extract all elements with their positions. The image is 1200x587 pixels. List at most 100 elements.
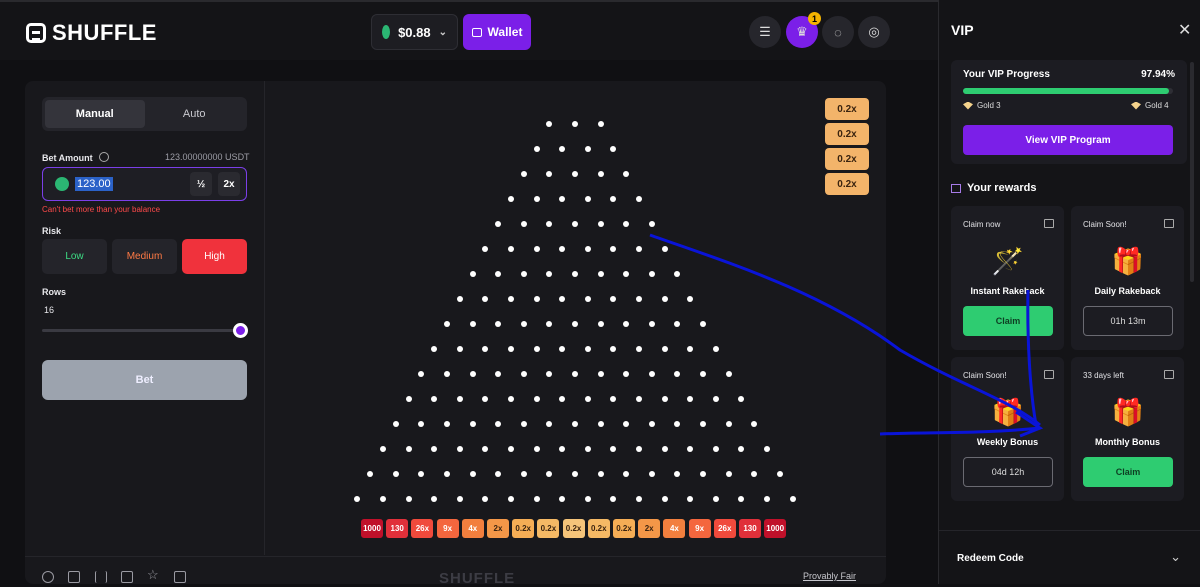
peg [597,221,604,227]
peg [584,246,591,252]
peg [533,446,540,452]
peg [597,421,604,427]
half-bet-button[interactable]: ½ [190,172,212,196]
peg [584,346,591,352]
peg [367,471,374,477]
risk-low-button[interactable]: Low [42,239,107,274]
multiplier-slot: 9x [688,519,711,538]
rows-slider[interactable] [42,329,238,332]
peg [648,371,655,377]
usdt-coin-icon [382,25,391,39]
profile-button[interactable]: ◎ [858,16,890,48]
peg [520,471,527,477]
reward-illustration-icon: 🪄 [991,245,1025,276]
reward-action-button[interactable]: Claim [963,306,1053,336]
peg [623,221,630,227]
sidebar-title: VIP [951,22,974,38]
peg [636,346,642,352]
risk-label: Risk [42,226,62,236]
peg [687,296,694,302]
logo[interactable]: SHUFFLE [26,20,157,46]
gift-icon [1044,370,1054,379]
peg [623,171,630,177]
close-icon[interactable]: ✕ [1178,20,1191,40]
peg [751,471,758,477]
peg [456,346,463,352]
peg [546,471,553,477]
peg [572,471,578,477]
peg [597,171,604,177]
peg [648,471,655,477]
peg [354,496,361,502]
tab-auto[interactable]: Auto [145,100,245,128]
reward-action-button[interactable]: 01h 13m [1083,306,1173,336]
peg [597,371,604,377]
multiplier-slot: 0.2x [562,519,585,538]
bet-button[interactable]: Bet [42,360,247,400]
stats-icon[interactable] [121,571,133,583]
rows-slider-thumb[interactable] [233,323,248,338]
reward-status: 33 days left [1083,371,1124,380]
peg [610,296,617,302]
reward-action-button[interactable]: 04d 12h [963,457,1053,487]
reward-name: Daily Rakeback [1094,286,1161,296]
bet-amount-input[interactable]: 123.00 ½ 2x [42,167,247,201]
peg [508,396,514,402]
view-vip-program-button[interactable]: View VIP Program [963,125,1173,155]
peg [546,171,553,177]
scrollbar[interactable] [1190,62,1194,282]
available-balance: 123.00000000 USDT [165,152,250,162]
peg [508,246,514,252]
peg [482,446,489,452]
multiplier-slot: 1000 [361,519,383,538]
peg [572,271,578,277]
tab-manual[interactable]: Manual [45,100,145,128]
balance-selector[interactable]: $0.88 ⌄ [371,14,458,50]
peg [712,446,719,452]
peg [559,396,566,402]
double-bet-button[interactable]: 2x [218,172,240,196]
provably-fair-link[interactable]: Provably Fair [803,571,856,581]
current-tier-label: Gold 3 [977,101,1001,110]
chat-button[interactable]: ◌ [822,16,854,48]
redeem-code-section[interactable]: Redeem Code ⌄ [939,530,1200,584]
peg [533,246,540,252]
peg [584,496,591,502]
gift-icon [1044,219,1054,228]
reward-card: Claim now 🪄 Instant Rakeback Claim [951,206,1064,350]
peg [661,496,668,502]
peg [456,496,463,502]
vip-button[interactable]: ♛ 1 [786,12,821,48]
risk-high-button[interactable]: High [182,239,247,274]
multiplier-slot: 0.2x [537,519,560,538]
reward-action-button[interactable]: Claim [1083,457,1173,487]
bet-amount-value[interactable]: 123.00 [75,177,113,191]
progress-label: Your VIP Progress [963,69,1050,80]
peg [520,171,527,177]
peg [546,271,553,277]
theatre-icon[interactable] [95,571,107,583]
reward-illustration-icon: 🎁 [991,396,1025,427]
risk-medium-button[interactable]: Medium [112,239,177,274]
result-history-item: 0.2x [825,173,869,195]
peg [725,371,732,377]
settings-icon[interactable] [42,571,54,583]
wallet-button[interactable]: Wallet [463,14,531,50]
peg [418,471,425,477]
reward-status: Claim now [963,220,1001,229]
peg [469,271,476,277]
bet-controls: Manual Auto Bet Amount 123.00000000 USDT… [25,81,265,555]
peg [572,171,578,177]
rows-value: 16 [44,305,55,315]
shop-icon[interactable] [174,571,186,583]
logo-text: SHUFFLE [52,20,157,45]
star-icon[interactable]: ☆ [147,567,159,582]
wallet-label: Wallet [487,25,523,39]
multiplier-slot: 9x [436,519,459,538]
expand-icon[interactable] [68,571,80,583]
bet-amount-text: Bet Amount [42,153,93,163]
peg [456,396,463,402]
document-button[interactable]: ☰ [749,16,781,48]
peg [597,471,604,477]
shuffle-logo-icon [26,23,46,43]
